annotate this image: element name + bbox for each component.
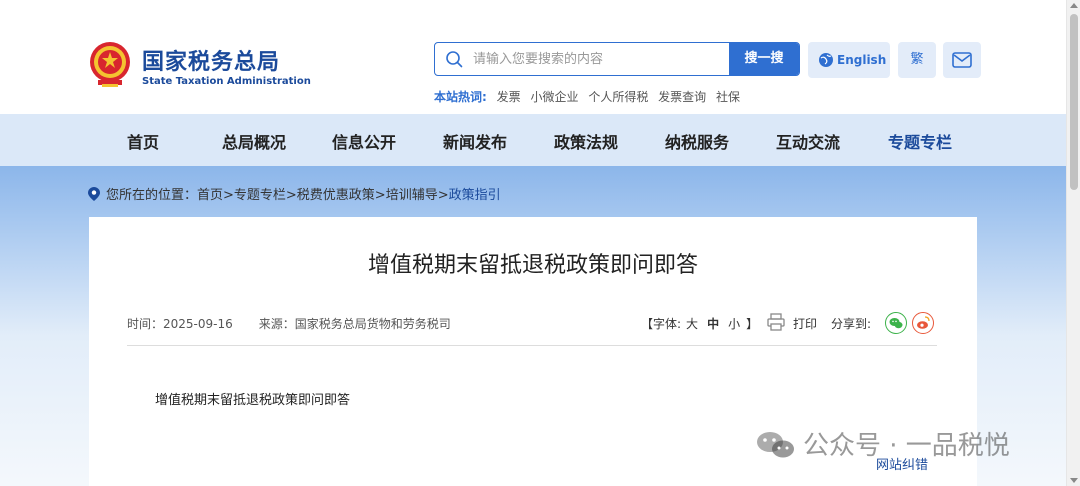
wechat-watermark-icon [757,432,794,458]
hot-word-link[interactable]: 发票查询 [658,90,706,104]
english-label: English [837,53,887,67]
site-correction-link[interactable]: 网站纠错 [876,454,928,473]
page-scrollbar[interactable] [1066,0,1080,486]
share-label: 分享到: [831,317,872,331]
nav-item-disclosure[interactable]: 信息公开 [332,129,396,153]
location-pin-icon [88,187,100,201]
breadcrumb-current[interactable]: 政策指引 [449,188,501,203]
print-button[interactable]: 打印 [793,315,817,332]
breadcrumb-prefix: 您所在的位置： [106,188,198,203]
breadcrumb-path[interactable]: 首页>专题专栏>税费优惠政策>培训辅导> [197,188,449,203]
search-icon [446,51,463,68]
hot-word-link[interactable]: 社保 [716,90,740,104]
wechat-share-button[interactable] [885,312,907,334]
font-size-medium[interactable]: 中 [707,317,719,331]
hot-word-link[interactable]: 小微企业 [530,90,578,104]
article-title: 增值税期末留抵退税政策即问即答 [367,253,698,278]
scroll-down-arrow-icon[interactable] [1070,478,1078,483]
site-logo[interactable]: 国家税务总局 State Taxation Administration [88,40,311,92]
article-body: 增值税期末留抵退税政策即问即答 [155,393,351,408]
nav-item-interaction[interactable]: 互动交流 [776,129,840,153]
weibo-share-button[interactable] [912,312,934,334]
english-button[interactable]: English [808,42,890,78]
nav-item-special-topics[interactable]: 专题专栏 [888,129,952,153]
main-nav: 首页 总局概况 信息公开 新闻发布 政策法规 纳税服务 互动交流 专题专栏 [0,114,1066,166]
logo-english-name: State Taxation Administration [142,76,311,87]
source-label: 来源： [258,317,295,331]
mail-button[interactable] [943,42,981,78]
nav-item-tax-service[interactable]: 纳税服务 [665,129,729,153]
meta-divider [127,345,937,346]
hot-word-link[interactable]: 发票 [497,90,521,104]
traditional-chinese-button[interactable]: 繁 [898,42,936,78]
hot-word-link[interactable]: 个人所得税 [588,90,648,104]
weibo-icon [917,316,930,329]
publish-date: 2025-09-16 [163,317,233,331]
printer-icon[interactable] [767,313,785,331]
font-size-controls: 【字体: 大中小】 [641,315,758,332]
hot-words-label: 本站热词: [434,90,487,104]
font-size-open: 【字体: [641,317,682,331]
national-emblem-icon [90,42,130,87]
search-button[interactable]: 搜一搜 [729,43,799,75]
wechat-icon [889,318,903,329]
logo-chinese-name: 国家税务总局 [142,50,281,75]
mail-icon [952,52,972,68]
globe-icon [819,53,833,67]
article-source: 国家税务总局货物和劳务税司 [294,317,451,331]
font-size-large[interactable]: 大 [686,317,698,331]
font-size-close: 】 [746,317,759,331]
nav-item-home[interactable]: 首页 [127,129,159,153]
font-size-small[interactable]: 小 [728,317,740,331]
nav-item-overview[interactable]: 总局概况 [222,129,286,153]
scroll-up-arrow-icon[interactable] [1070,3,1078,8]
breadcrumb: 您所在的位置：首页>专题专栏>税费优惠政策>培训辅导>政策指引 [88,184,501,203]
hot-words: 本站热词: 发票 小微企业 个人所得税 发票查询 社保 [434,88,746,105]
scrollbar-thumb[interactable] [1070,14,1078,190]
time-label: 时间： [127,317,164,331]
search-input[interactable] [473,47,723,71]
nav-item-policy[interactable]: 政策法规 [554,129,618,153]
article-meta: 时间：2025-09-16 来源：国家税务总局货物和劳务税司 [127,315,451,332]
search-box: 搜一搜 [434,42,800,76]
site-header: 国家税务总局 State Taxation Administration 搜一搜… [0,0,1066,114]
nav-item-news[interactable]: 新闻发布 [443,129,507,153]
